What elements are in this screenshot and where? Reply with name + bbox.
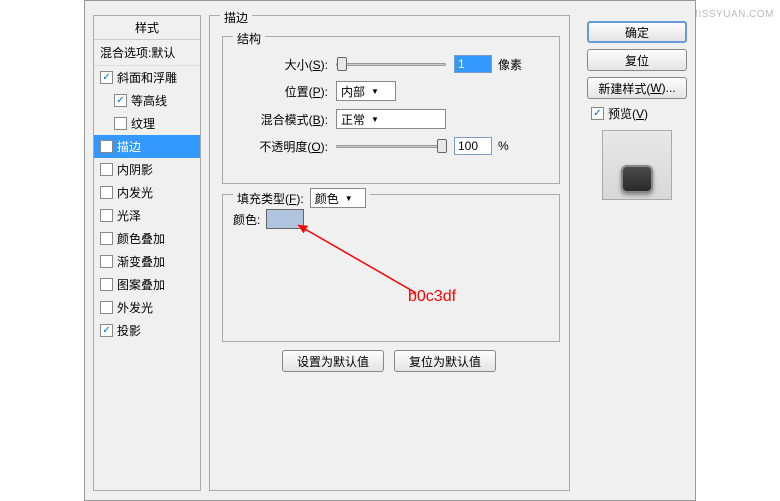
blend-options-row[interactable]: 混合选项:默认 (94, 40, 200, 66)
style-item-4[interactable]: 内阴影 (94, 158, 200, 181)
chevron-down-icon: ▼ (371, 115, 379, 124)
annotation-arrow (296, 223, 426, 303)
opacity-slider[interactable] (336, 145, 446, 148)
style-item-5[interactable]: 内发光 (94, 181, 200, 204)
blendmode-dropdown[interactable]: 正常▼ (336, 109, 446, 129)
style-checkbox[interactable] (114, 94, 127, 107)
style-checkbox[interactable] (100, 71, 113, 84)
position-label: 位置(P): (233, 83, 328, 100)
set-default-button[interactable]: 设置为默认值 (282, 350, 384, 372)
preview-icon (621, 165, 653, 193)
style-checkbox[interactable] (100, 163, 113, 176)
style-item-0[interactable]: 斜面和浮雕 (94, 66, 200, 89)
style-checkbox[interactable] (100, 186, 113, 199)
size-unit: 像素 (498, 56, 522, 73)
fill-type-dropdown[interactable]: 颜色▼ (310, 188, 366, 208)
style-item-label: 斜面和浮雕 (117, 69, 177, 86)
new-style-button[interactable]: 新建样式(W)... (587, 77, 687, 99)
preview-checkbox-row[interactable]: 预览(V) (591, 105, 687, 122)
style-checkbox[interactable] (100, 232, 113, 245)
style-item-label: 纹理 (131, 115, 155, 132)
preview-thumbnail (602, 130, 672, 200)
structure-group: 结构 大小(S): 像素 位置(P): 内部▼ 混合模式(B): 正常▼ (222, 36, 560, 184)
style-item-9[interactable]: 图案叠加 (94, 273, 200, 296)
opacity-input[interactable] (454, 137, 492, 155)
style-item-label: 渐变叠加 (117, 253, 165, 270)
opacity-unit: % (498, 139, 509, 153)
style-checkbox[interactable] (100, 255, 113, 268)
chevron-down-icon: ▼ (371, 87, 379, 96)
blendmode-label: 混合模式(B): (233, 111, 328, 128)
opacity-label: 不透明度(O): (233, 138, 328, 155)
color-label: 颜色: (233, 211, 260, 228)
style-item-label: 内阴影 (117, 161, 153, 178)
style-checkbox[interactable] (100, 140, 113, 153)
style-item-label: 外发光 (117, 299, 153, 316)
style-item-11[interactable]: 投影 (94, 319, 200, 342)
styles-list-panel: 样式 混合选项:默认 斜面和浮雕等高线纹理描边内阴影内发光光泽颜色叠加渐变叠加图… (93, 15, 201, 491)
stroke-settings-panel: 描边 结构 大小(S): 像素 位置(P): 内部▼ 混合模式(B): 正常▼ (209, 15, 570, 491)
style-item-7[interactable]: 颜色叠加 (94, 227, 200, 250)
size-slider[interactable] (336, 63, 446, 66)
style-item-label: 投影 (117, 322, 141, 339)
style-item-3[interactable]: 描边 (94, 135, 200, 158)
style-item-label: 描边 (117, 138, 141, 155)
size-input[interactable] (454, 55, 492, 73)
size-label: 大小(S): (233, 56, 328, 73)
style-item-label: 图案叠加 (117, 276, 165, 293)
reset-default-button[interactable]: 复位为默认值 (394, 350, 496, 372)
structure-label: 结构 (233, 30, 265, 47)
style-checkbox[interactable] (100, 324, 113, 337)
stroke-title: 描边 (220, 9, 252, 26)
layer-style-dialog: 样式 混合选项:默认 斜面和浮雕等高线纹理描边内阴影内发光光泽颜色叠加渐变叠加图… (84, 0, 696, 501)
right-column: 确定 复位 新建样式(W)... 预览(V) (587, 21, 687, 200)
style-item-1[interactable]: 等高线 (94, 89, 200, 112)
style-item-6[interactable]: 光泽 (94, 204, 200, 227)
styles-header: 样式 (94, 16, 200, 40)
preview-checkbox[interactable] (591, 107, 604, 120)
fill-type-label: 填充类型(F): 颜色▼ (233, 188, 370, 208)
annotation-text: b0c3df (408, 288, 456, 306)
style-checkbox[interactable] (114, 117, 127, 130)
ok-button[interactable]: 确定 (587, 21, 687, 43)
style-item-label: 光泽 (117, 207, 141, 224)
style-item-label: 等高线 (131, 92, 167, 109)
style-item-label: 内发光 (117, 184, 153, 201)
style-item-2[interactable]: 纹理 (94, 112, 200, 135)
style-checkbox[interactable] (100, 209, 113, 222)
style-checkbox[interactable] (100, 301, 113, 314)
preview-label: 预览(V) (608, 105, 648, 122)
style-item-8[interactable]: 渐变叠加 (94, 250, 200, 273)
chevron-down-icon: ▼ (345, 194, 353, 203)
style-item-10[interactable]: 外发光 (94, 296, 200, 319)
cancel-button[interactable]: 复位 (587, 49, 687, 71)
style-checkbox[interactable] (100, 278, 113, 291)
position-dropdown[interactable]: 内部▼ (336, 81, 396, 101)
style-item-label: 颜色叠加 (117, 230, 165, 247)
